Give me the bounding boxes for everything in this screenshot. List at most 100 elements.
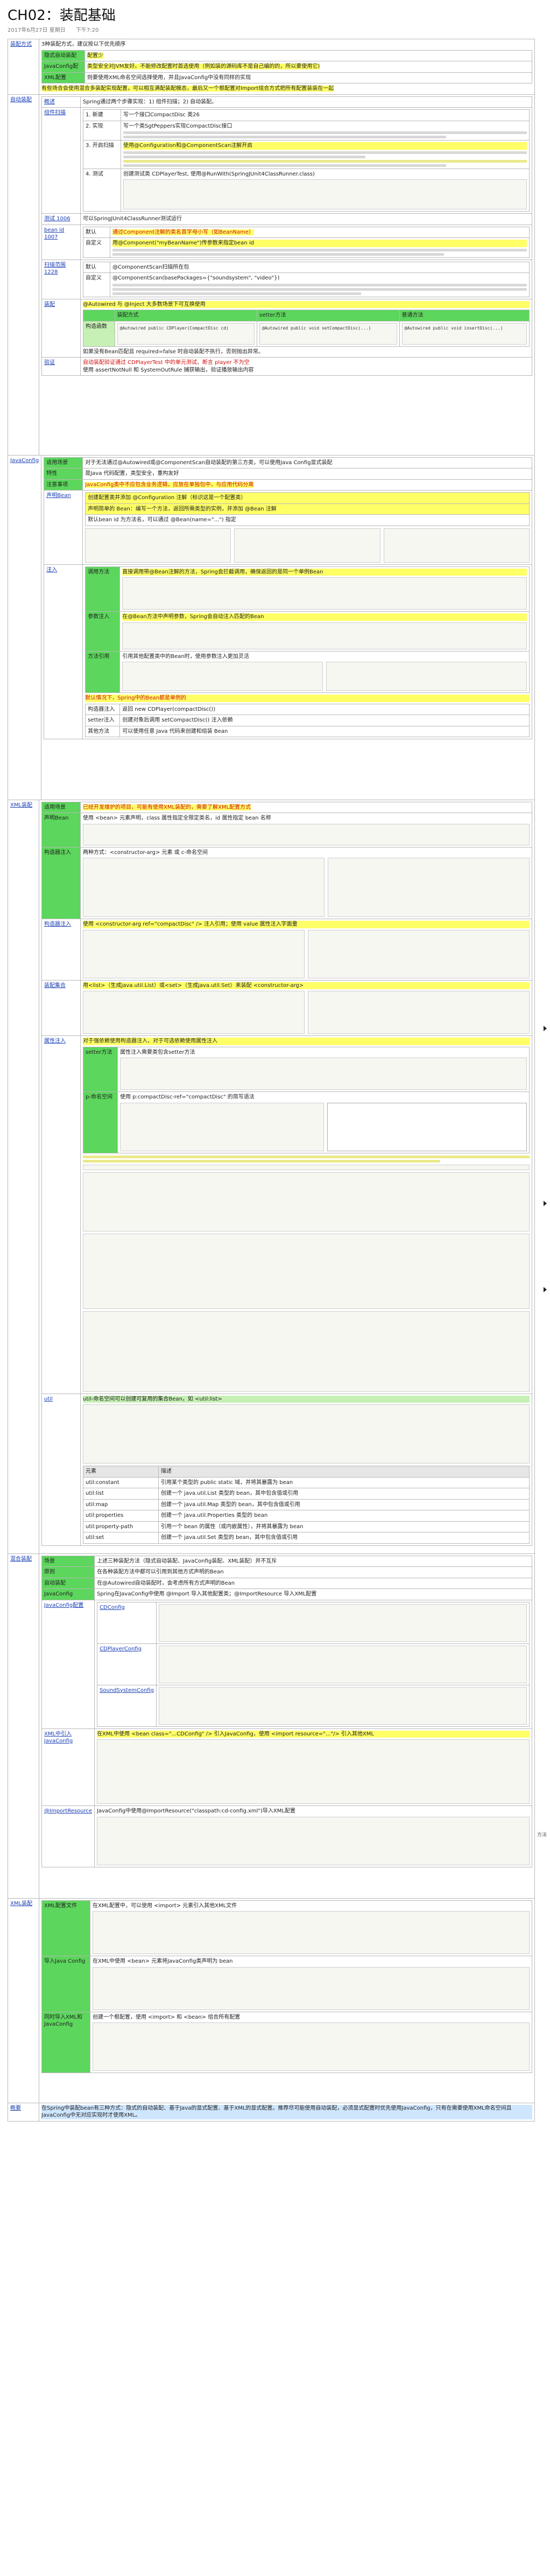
- assembly-row-text: 类型安全对JVM友好。不能修改配置时首选使用（例如装的源码库不是自己编的的，所以…: [84, 61, 532, 73]
- wire-header: setter方法: [257, 310, 400, 321]
- xml-in-java-label: XML中引入JavaConfig: [41, 1728, 95, 1806]
- collapse-arrow-icon[interactable]: [544, 1201, 547, 1206]
- wire-header: 普通方法: [399, 310, 530, 321]
- java-section: JavaConfig 适用场景 对于无法通过@Autowired或@Compon…: [7, 454, 535, 800]
- auto-test-text: 可以SpringJUnit4ClassRunner测试运行: [80, 213, 532, 225]
- assembly-row-text: 配置少: [84, 50, 532, 61]
- java-declare-body: 创建配置类并添加 @Configuration 注解（标识这是一个配置类） 声明…: [82, 490, 532, 565]
- prop-code-a: [83, 1164, 530, 1170]
- assembly-section: 装配方式 3种装配方式，建议按以下优先顺序 隐式自动装配 配置少 JavaCon…: [8, 39, 535, 95]
- mixed-label[interactable]: 混合装配: [8, 1553, 39, 1899]
- util-table: 元素 描述 util:constant 引用某个类型的 public static…: [83, 1466, 530, 1544]
- xml-row-val: 使用 <bean> 元素声明，class 属性指定全限定类名，id 属性指定 b…: [80, 813, 532, 848]
- xmlmix-val: 创建一个根配置，使用 <import> 和 <bean> 组合所有配置: [90, 2011, 532, 2073]
- util-cell: util:properties: [83, 1510, 159, 1522]
- wire-note: @Autowired 与 @Inject 大多数场景下可互换使用: [83, 300, 530, 308]
- auto-base-body: 默认 @ComponentScan扫描所在包 自定义 @ComponentSca…: [80, 259, 532, 299]
- step-text: 写一个接口CompactDisc 类26: [121, 109, 530, 121]
- util-cell: util:map: [83, 1499, 159, 1510]
- util-cell: 创建一个 java.util.Properties 类型的 bean: [158, 1510, 530, 1522]
- ctor-label: 构造器注入: [41, 919, 81, 981]
- wire-header: 装配方式: [114, 310, 258, 321]
- summary-label[interactable]: 概要: [8, 2102, 39, 2122]
- java-inject-label: 注入: [44, 564, 83, 739]
- auto-beanid-body: 默认 通过Component注解的类名首字母小写（如BeanName） 自定义 …: [80, 224, 532, 260]
- xml-section: XML装配 适用场景 已经开发维护的项目，可能有使用XML装配的，需要了解XML…: [8, 799, 535, 1554]
- jc-sub[interactable]: CDConfig: [97, 1601, 157, 1644]
- assembly-label[interactable]: 装配方式: [8, 39, 39, 95]
- java-code-1: [85, 528, 231, 563]
- java-label[interactable]: JavaConfig: [7, 454, 42, 800]
- summary-key: setter注入: [85, 715, 121, 726]
- jc-label: JavaConfig配置: [41, 1599, 95, 1729]
- auto-steps: 1. 新建 写一个接口CompactDisc 类26 2. 实现 写一个类Sgt…: [83, 109, 530, 212]
- assembly-note: 有些场合会使用混合多装配实现配置，可以相互满配装配模态，最后又一个根配置对Imp…: [41, 86, 334, 92]
- jc-sub-code: [156, 1643, 530, 1685]
- jc-sub-code: [156, 1684, 530, 1727]
- base-key: 自定义: [83, 272, 110, 297]
- step-number: 1. 新建: [83, 109, 121, 121]
- prop-body: 对于强依赖使用构造器注入，对于可选依赖使用属性注入 setter方法 属性注入需…: [80, 1035, 532, 1394]
- util-cell: 创建一个 java.util.Map 类型的 bean，其中包含值或引用: [158, 1499, 530, 1510]
- auto-overview-text: Spring通过两个步骤实现：1) 组件扫描；2) 自动装配。: [80, 96, 532, 108]
- java-code-2: [234, 528, 380, 563]
- xml-in-java-body: 在XML中使用 <bean class="...CDConfig" /> 引入J…: [94, 1728, 532, 1806]
- ctor-list-label: 装配集合: [41, 979, 81, 1036]
- auto-label[interactable]: 自动装配: [8, 94, 39, 456]
- p-val: 使用 p:compactDisc-ref="compactDisc" 的简写语法: [117, 1091, 530, 1153]
- util-cell: 创建一个 java.util.List 类型的 bean，其中包含值或引用: [158, 1488, 530, 1500]
- summary-val: 创建对象后调用 setCompactDisc() 注入依赖: [119, 715, 530, 726]
- wire-cell: @Autowired public void insertDisc(...): [399, 320, 530, 347]
- xmlmix-label[interactable]: XML装配: [8, 1898, 39, 2103]
- wire-cell: @Autowired public CDPlayer(CompactDisc c…: [114, 320, 258, 347]
- p-key: p-命名空间: [83, 1091, 118, 1153]
- p-namespace-diagram: [327, 1102, 527, 1151]
- summary-section: 概要 在Spring中装配bean有三种方式：隐式的自动装配、基于Java的显式…: [8, 2102, 535, 2122]
- mixed-row-val: 在@Autowired自动装配时，会考虑所有方式声明的Bean: [94, 1577, 532, 1589]
- xml-label[interactable]: XML装配: [8, 799, 39, 1554]
- inject-key: 调用方法: [85, 566, 121, 612]
- jc-sub[interactable]: SoundSystemConfig: [97, 1684, 157, 1727]
- collapse-arrow-icon[interactable]: [544, 1287, 547, 1292]
- collapse-arrow-icon[interactable]: [544, 1026, 547, 1031]
- auto-base-label: 扫描范围 1228: [41, 259, 81, 299]
- assembly-row-label: JavaConfig配: [41, 61, 85, 73]
- xml-row-key: 适用场景: [41, 801, 81, 813]
- mixed-row-key: JavaConfig: [41, 1588, 95, 1600]
- setter-key: setter方法: [83, 1046, 118, 1092]
- util-cell: util:set: [83, 1532, 159, 1544]
- util-cell: util:property-path: [83, 1521, 159, 1532]
- wire-cell: 构造函数: [83, 320, 115, 347]
- assembly-row-label: 隐式自动装配: [41, 50, 85, 61]
- summary-body: 在Spring中装配bean有三种方式：隐式的自动装配、基于Java的显式配置、…: [39, 2102, 535, 2122]
- mixed-row-key: 场景: [41, 1555, 95, 1567]
- side-note: 方法: [537, 1832, 547, 1838]
- inject-val: 在@Bean方法中声明参数，Spring会自动注入匹配的Bean: [119, 611, 530, 652]
- jc-body: CDConfig CDPlayerConfig SoundSystemConfi…: [94, 1599, 532, 1729]
- auto-overview: 概述 Spring通过两个步骤实现：1) 组件扫描；2) 自动装配。 组件扫描 …: [41, 96, 532, 376]
- java-code-3: [383, 528, 530, 563]
- auto-beanid-label: bean id 1007: [41, 224, 81, 260]
- summary-val: 可以使用任意 Java 代码来创建和组装 Bean: [119, 725, 530, 737]
- jc-sub[interactable]: CDPlayerConfig: [97, 1643, 157, 1685]
- xml-row-val: 已经开发维护的项目，可能有使用XML装配的，需要了解XML配置方式: [80, 801, 532, 813]
- mixed-body: 场景 上述三种装配方法（隐式自动装配、JavaConfig装配、XML装配）并不…: [39, 1553, 535, 1899]
- wire-header: [83, 310, 115, 321]
- import-resource-label: @ImportResource: [41, 1805, 95, 1867]
- assembly-rows: 隐式自动装配 配置少 JavaConfig配 类型安全对JVM友好。不能修改配置…: [41, 50, 532, 84]
- step-text: 使用@Configuration和@ComponentScan注解开启: [121, 140, 530, 169]
- util-label: util: [41, 1393, 81, 1546]
- util-header: 描述: [158, 1466, 530, 1478]
- page-date: 2017年6月27日 星期日: [8, 27, 66, 33]
- declare-step: 声明简单的 Bean：编写一个方法，返回所需类型的实例，并添加 @Bean 注解: [85, 503, 530, 515]
- jc-sub-code: [156, 1601, 530, 1644]
- beanid-key: 自定义: [83, 237, 110, 258]
- xml-body: 适用场景 已经开发维护的项目，可能有使用XML装配的，需要了解XML配置方式 声…: [39, 799, 535, 1554]
- xmlmix-section: XML装配 XML配置文件 在XML配置中，可以使用 <import> 元素引入…: [8, 1898, 535, 2103]
- page-meta: 2017年6月27日 星期日 下午7:20: [0, 24, 550, 39]
- ctor-list-body: 用<list>（生成java.util.List）或<set>（生成java.u…: [80, 979, 532, 1036]
- beanid-val: 通过Component注解的类名首字母小写（如BeanName）: [110, 226, 530, 238]
- java-declare-label: 声明Bean: [44, 490, 83, 565]
- setter-val: 属性注入需要类包含setter方法: [117, 1046, 530, 1092]
- inject-key: 参数注入: [85, 611, 121, 652]
